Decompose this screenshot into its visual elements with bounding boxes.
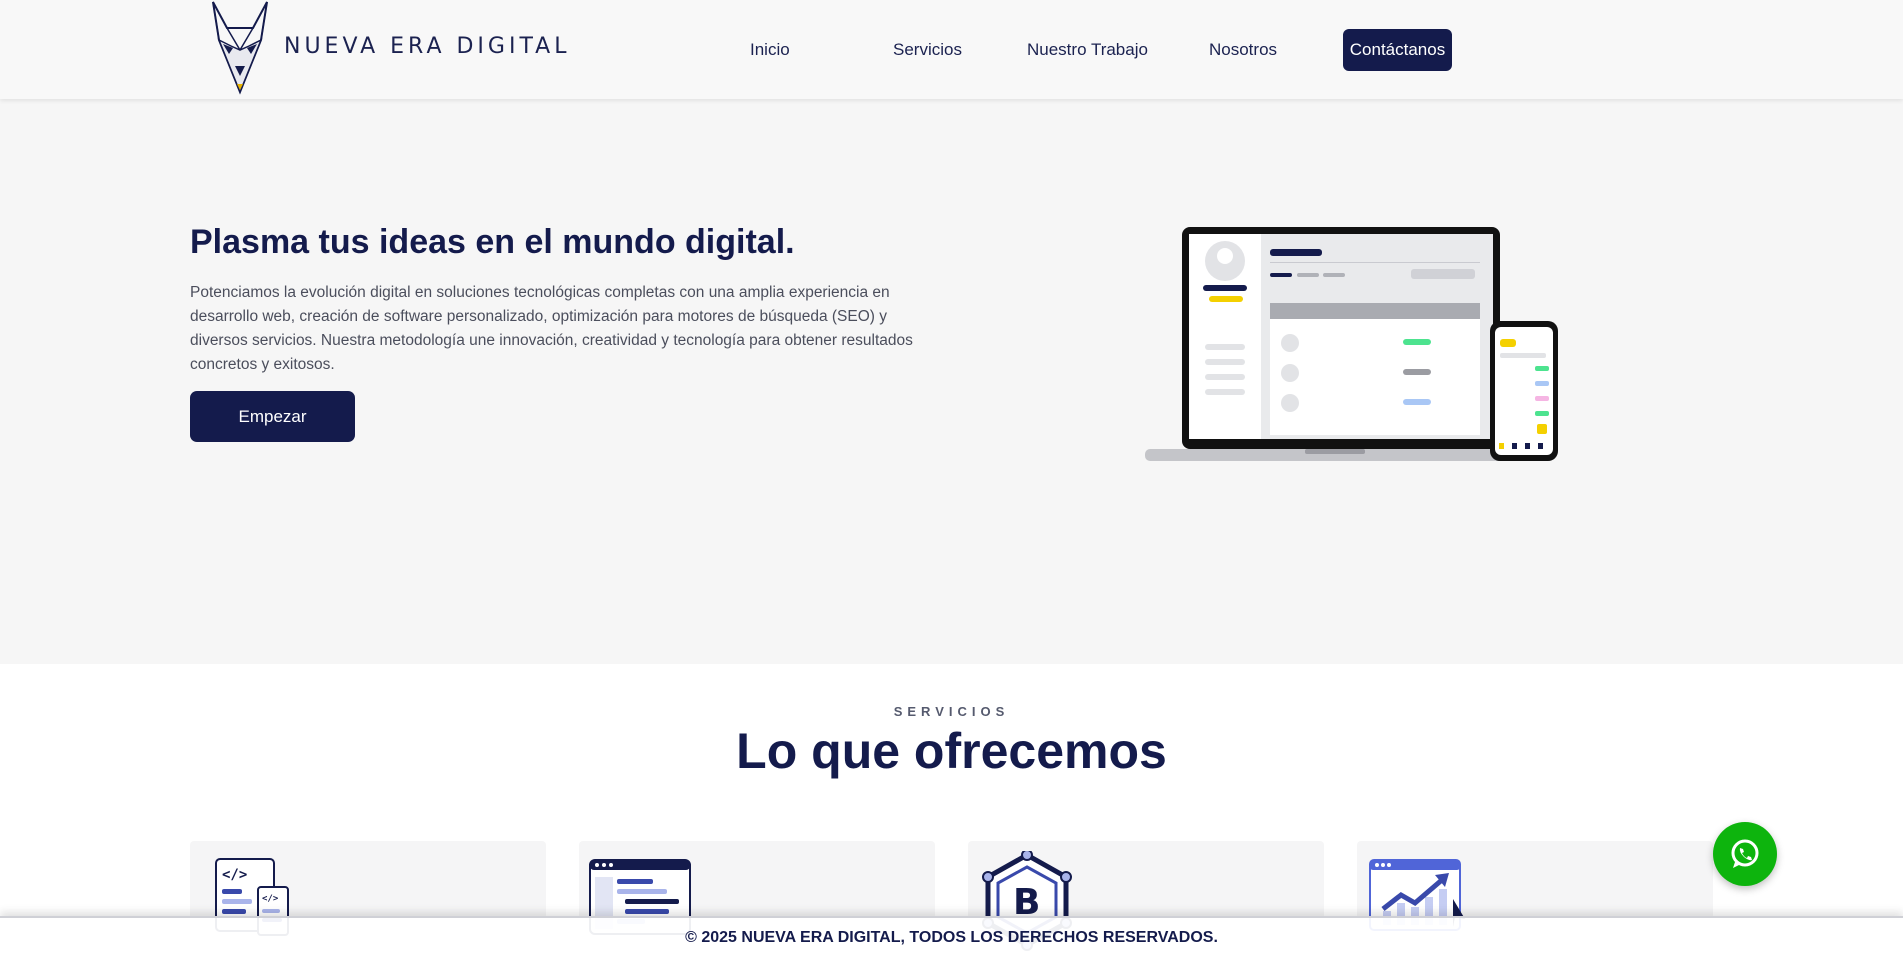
hero-title: Plasma tus ideas en el mundo digital. <box>190 223 795 261</box>
services-title: Lo que ofrecemos <box>736 723 1167 779</box>
nav-nuestro-trabajo[interactable]: Nuestro Trabajo <box>1027 40 1148 60</box>
svg-text:</>: </> <box>222 867 247 883</box>
brand-name[interactable]: NUEVA ERA DIGITAL <box>284 34 571 59</box>
nav-inicio[interactable]: Inicio <box>750 40 790 60</box>
svg-text:</>: </> <box>262 894 279 904</box>
start-button[interactable]: Empezar <box>190 391 355 442</box>
hero-section: Plasma tus ideas en el mundo digital. Po… <box>0 99 1903 664</box>
contact-button[interactable]: Contáctanos <box>1343 29 1452 71</box>
whatsapp-icon <box>1731 839 1759 868</box>
whatsapp-button[interactable] <box>1713 822 1777 886</box>
nav-servicios[interactable]: Servicios <box>893 40 962 60</box>
wolf-logo-icon[interactable] <box>205 0 275 95</box>
device-mockup-illustration <box>1145 227 1558 461</box>
nav-nosotros[interactable]: Nosotros <box>1209 40 1277 60</box>
hero-description: Potenciamos la evolución digital en solu… <box>190 284 913 373</box>
services-eyebrow: SERVICIOS <box>893 704 1010 719</box>
footer-copyright: © 2025 NUEVA ERA DIGITAL, TODOS LOS DERE… <box>0 916 1903 957</box>
top-navbar: NUEVA ERA DIGITAL Inicio Servicios Nuest… <box>0 0 1903 99</box>
